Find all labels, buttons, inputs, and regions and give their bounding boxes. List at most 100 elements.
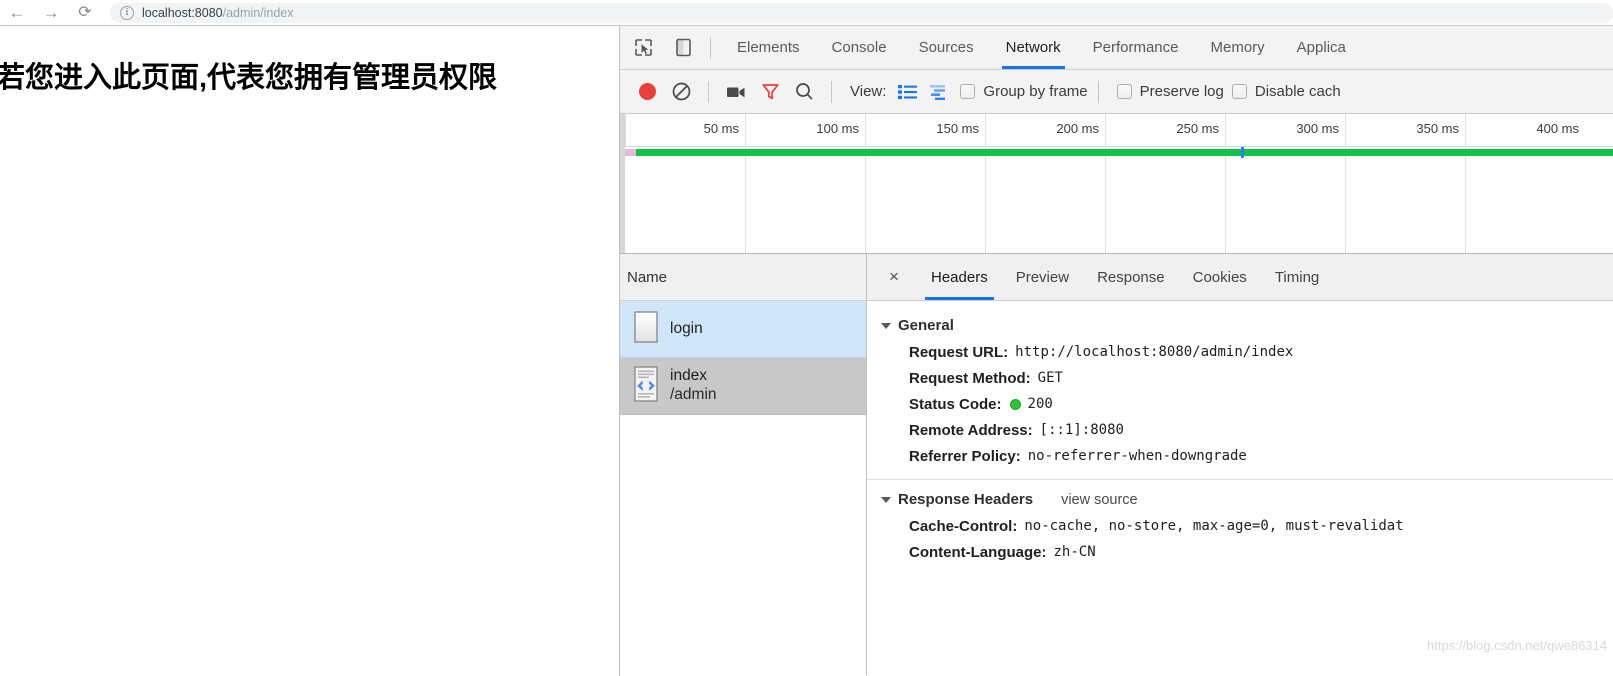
tab-cookies[interactable]: Cookies <box>1179 254 1261 300</box>
request-url-row: Request URL: http://localhost:8080/admin… <box>867 339 1613 365</box>
request-method-key: Request Method: <box>909 369 1031 387</box>
address-bar[interactable]: i localhost:8080/admin/index <box>110 2 1613 23</box>
back-icon[interactable]: ← <box>0 1 34 25</box>
request-labels: index /admin <box>670 367 717 405</box>
timeline-tick: 200 ms <box>985 114 1105 147</box>
preserve-log-checkbox[interactable] <box>1116 84 1132 99</box>
url-text: localhost:8080/admin/index <box>142 6 294 20</box>
record-button[interactable] <box>630 77 664 107</box>
reload-icon[interactable]: ⟳ <box>68 1 102 25</box>
network-toolbar: View: Group by frame Preserve log Disabl… <box>620 70 1613 114</box>
group-by-frame-checkbox[interactable] <box>960 84 976 99</box>
network-lower-split: Name login index /admin × Headers Previe… <box>620 254 1613 675</box>
detail-tabbar: × Headers Preview Response Cookies Timin… <box>867 254 1613 301</box>
table-row[interactable]: login <box>620 301 866 358</box>
page-heading: 若您进入此页面,代表您拥有管理员权限 <box>0 62 498 94</box>
timeline-tick: 350 ms <box>1345 114 1465 147</box>
tab-response[interactable]: Response <box>1083 254 1179 300</box>
view-source-link[interactable]: view source <box>1061 492 1138 508</box>
tab-network[interactable]: Network <box>990 26 1077 69</box>
request-method-row: Request Method: GET <box>867 365 1613 391</box>
general-section-header[interactable]: General <box>867 312 1613 339</box>
site-info-icon[interactable]: i <box>120 5 134 20</box>
preserve-log-label: Preserve log <box>1139 83 1224 100</box>
request-name: login <box>670 319 703 337</box>
timeline-tick: 250 ms <box>1105 114 1225 147</box>
remote-address-row: Remote Address: [::1]:8080 <box>867 417 1613 443</box>
request-url-value: http://localhost:8080/admin/index <box>1015 344 1294 360</box>
list-view-icon[interactable] <box>892 79 922 105</box>
referrer-policy-row: Referrer Policy: no-referrer-when-downgr… <box>867 443 1613 469</box>
request-url-key: Request URL: <box>909 343 1009 361</box>
chevron-down-icon <box>881 322 891 329</box>
timeline-tick: 400 ms <box>1465 114 1585 147</box>
device-toolbar-icon[interactable] <box>666 33 700 63</box>
toolbar-separator-3 <box>831 80 832 103</box>
request-name: index <box>670 367 708 385</box>
tab-elements[interactable]: Elements <box>721 26 816 69</box>
request-method-value: GET <box>1037 370 1063 386</box>
page-viewport: 若您进入此页面,代表您拥有管理员权限 <box>0 26 619 676</box>
view-label: View: <box>850 83 887 100</box>
capture-screenshots-icon[interactable] <box>719 77 753 107</box>
toolbar-separator-2 <box>708 80 709 103</box>
request-list-panel: Name login index /admin <box>620 254 867 675</box>
timeline-tick: 100 ms <box>745 114 865 147</box>
devtools-tabbar: Elements Console Sources Network Perform… <box>620 26 1613 70</box>
cache-control-key: Cache-Control: <box>909 517 1018 535</box>
status-code-value: 200 <box>1027 396 1053 412</box>
referrer-policy-value: no-referrer-when-downgrade <box>1027 448 1247 464</box>
general-title: General <box>898 317 954 334</box>
code-document-icon <box>628 365 664 407</box>
record-icon <box>638 83 656 100</box>
overview-bar-head <box>625 149 636 156</box>
close-icon[interactable]: × <box>881 264 907 290</box>
content-language-key: Content-Language: <box>909 543 1047 561</box>
toolbar-separator <box>710 36 711 59</box>
browser-toolbar: ← → ⟳ i localhost:8080/admin/index <box>0 0 1613 25</box>
blank-document-icon <box>628 309 664 349</box>
tab-timing[interactable]: Timing <box>1261 254 1333 300</box>
content-language-value: zh-CN <box>1053 544 1096 560</box>
request-detail-panel: × Headers Preview Response Cookies Timin… <box>867 254 1613 675</box>
tab-console[interactable]: Console <box>816 26 903 69</box>
timeline-gridlines <box>625 147 1613 253</box>
tab-preview[interactable]: Preview <box>1002 254 1083 300</box>
referrer-policy-key: Referrer Policy: <box>909 447 1021 465</box>
group-by-frame-label: Group by frame <box>983 83 1088 100</box>
content-language-row: Content-Language: zh-CN <box>867 539 1613 565</box>
timeline-tick: 300 ms <box>1225 114 1345 147</box>
request-path: /admin <box>670 386 717 403</box>
search-icon[interactable] <box>787 77 821 107</box>
status-code-row: Status Code: 200 <box>867 391 1613 417</box>
disable-cache-label: Disable cach <box>1254 83 1341 100</box>
response-headers-section-header[interactable]: Response Headers view source <box>867 486 1613 513</box>
disable-cache-checkbox[interactable] <box>1231 84 1247 99</box>
response-headers-title: Response Headers <box>898 491 1034 508</box>
timeline-ruler: 50 ms 100 ms 150 ms 200 ms 250 ms 300 ms… <box>625 114 1613 147</box>
clear-button[interactable] <box>664 77 698 107</box>
cache-control-row: Cache-Control: no-cache, no-store, max-a… <box>867 513 1613 539</box>
url-path: /admin/index <box>222 5 294 20</box>
tab-application[interactable]: Applica <box>1281 26 1362 69</box>
tab-performance[interactable]: Performance <box>1077 26 1195 69</box>
inspect-element-icon[interactable] <box>626 33 660 63</box>
devtools-panel: Elements Console Sources Network Perform… <box>619 26 1613 676</box>
tab-headers[interactable]: Headers <box>917 254 1002 300</box>
overview-event-marker <box>1241 147 1244 158</box>
remote-address-key: Remote Address: <box>909 421 1033 439</box>
forward-icon[interactable]: → <box>34 1 68 25</box>
timeline-tick: 150 ms <box>865 114 985 147</box>
filter-icon[interactable] <box>753 77 787 107</box>
timeline-tick: 50 ms <box>625 114 745 147</box>
network-overview[interactable]: 50 ms 100 ms 150 ms 200 ms 250 ms 300 ms… <box>620 114 1613 254</box>
status-code-key: Status Code: <box>909 395 1002 413</box>
table-row[interactable]: index /admin <box>620 358 866 415</box>
overview-load-bar <box>625 149 1613 156</box>
waterfall-view-icon[interactable] <box>922 79 952 105</box>
toolbar-separator-4 <box>1097 80 1099 103</box>
tab-memory[interactable]: Memory <box>1195 26 1281 69</box>
tab-sources[interactable]: Sources <box>903 26 990 69</box>
url-host: localhost:8080 <box>142 5 223 20</box>
column-header-name[interactable]: Name <box>620 254 866 301</box>
